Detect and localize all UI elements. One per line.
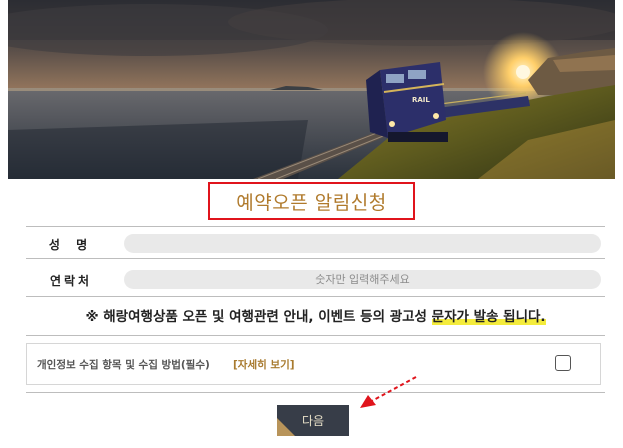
arrow-annotation-icon xyxy=(360,376,417,408)
hero-train-illustration: RAIL xyxy=(8,0,615,179)
button-corner-accent xyxy=(277,418,295,436)
contact-label: 연락처 xyxy=(49,274,93,288)
form-divider xyxy=(26,335,605,336)
form-divider xyxy=(26,258,605,259)
hero-train-badge: RAIL xyxy=(412,96,430,104)
privacy-details-link[interactable]: [자세히 보기] xyxy=(233,357,295,372)
name-label: 성 명 xyxy=(48,238,94,252)
form-divider xyxy=(26,296,605,297)
form-divider xyxy=(26,392,605,393)
page-title: 예약오픈 알림신청 xyxy=(208,182,415,220)
privacy-consent-checkbox[interactable] xyxy=(555,355,571,371)
privacy-consent-box: 개인정보 수집 항목 및 수집 방법(필수) [자세히 보기] xyxy=(26,343,601,385)
next-button[interactable]: 다음 xyxy=(277,405,349,436)
sms-notice-text: ※ 해랑여행상품 오픈 및 여행관련 안내, 이벤트 등의 광고성 xyxy=(85,309,432,325)
hero-banner: RAIL xyxy=(8,0,615,179)
name-field[interactable] xyxy=(124,234,601,253)
privacy-consent-label: 개인정보 수집 항목 및 수집 방법(필수) xyxy=(37,359,210,371)
sms-notice: ※ 해랑여행상품 오픈 및 여행관련 안내, 이벤트 등의 광고성 문자가 발송… xyxy=(26,305,605,325)
next-button-label: 다음 xyxy=(301,414,325,428)
contact-field[interactable] xyxy=(124,270,601,289)
form-divider xyxy=(26,226,605,227)
sms-notice-highlight: 문자가 발송 됩니다. xyxy=(431,309,546,325)
